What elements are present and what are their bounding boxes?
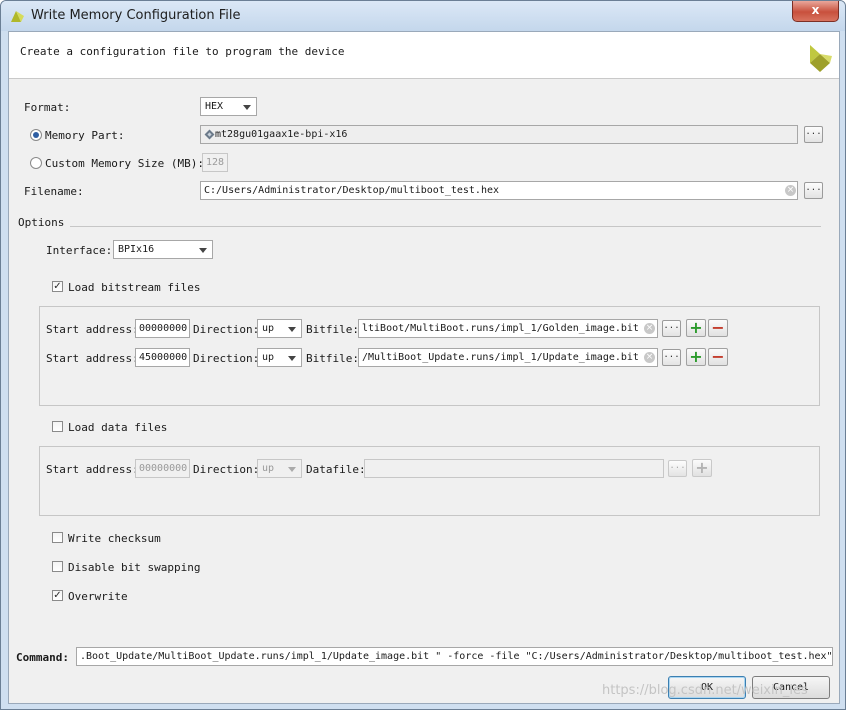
start-address-label: Start address: [46,323,139,336]
write-checksum-checkbox[interactable] [52,532,63,543]
filename-browse-button[interactable]: ... [804,182,823,199]
start-address-label: Start address: [46,352,139,365]
remove-row-button[interactable]: − [708,348,728,366]
filename-value: C:/Users/Administrator/Desktop/multiboot… [204,185,500,196]
memory-chip-icon [204,129,215,140]
options-label: Options [18,216,65,229]
add-data-row-button[interactable]: + [692,459,712,477]
direction-select[interactable]: up [257,319,302,338]
bitfile-label: Bitfile: [306,352,359,365]
window-title: Write Memory Configuration File [31,8,241,23]
disable-bit-swapping-label: Disable bit swapping [68,561,201,574]
options-separator [70,226,821,227]
command-label: Command: [16,651,69,664]
xilinx-logo-icon [810,45,832,72]
add-row-button[interactable]: + [686,319,706,337]
load-data-label: Load data files [68,421,168,434]
filename-input[interactable]: C:/Users/Administrator/Desktop/multiboot… [200,181,798,200]
bitfile-value: /MultiBoot_Update.runs/impl_1/Update_ima… [362,352,639,363]
bitfile-browse-button[interactable]: ... [662,349,681,366]
memory-part-label: Memory Part: [45,129,125,142]
command-field[interactable]: .Boot_Update/MultiBoot_Update.runs/impl_… [76,647,833,666]
close-button[interactable]: x [792,1,839,22]
radio-selected-dot [33,132,39,138]
direction-value: up [262,352,275,363]
data-start-address-value: 00000000 [139,463,188,474]
custom-memory-value: 128 [206,157,225,168]
data-start-address-label: Start address: [46,463,139,476]
chevron-down-icon [288,467,296,472]
format-value: HEX [205,101,224,112]
datafile-input[interactable] [364,459,664,478]
memory-part-field[interactable]: mt28gu01gaax1e-bpi-x16 [200,125,798,144]
custom-memory-radio[interactable] [30,157,42,169]
load-data-checkbox[interactable] [52,421,63,432]
data-start-address-input[interactable]: 00000000 [135,459,190,478]
interface-value: BPIx16 [118,244,155,255]
memory-part-radio[interactable] [30,129,42,141]
title-bar[interactable]: Write Memory Configuration File x [1,1,845,31]
bitfile-label: Bitfile: [306,323,359,336]
datafile-browse-button[interactable]: ... [668,460,687,477]
overwrite-label: Overwrite [68,590,128,603]
direction-label: Direction: [193,323,260,336]
start-address-input[interactable]: 00000000 [135,319,190,338]
filename-label: Filename: [24,185,84,198]
direction-label: Direction: [193,352,260,365]
dialog-client: Create a configuration file to program t… [8,31,840,704]
data-direction-label: Direction: [193,463,260,476]
bitfile-input[interactable]: /MultiBoot_Update.runs/impl_1/Update_ima… [358,348,658,367]
data-direction-value: up [262,463,275,474]
remove-row-button[interactable]: − [708,319,728,337]
load-bitstream-label: Load bitstream files [68,281,201,294]
watermark-text: https://blog.csdn.net/weixin_les [602,683,808,698]
bitfile-input[interactable]: ltiBoot/MultiBoot.runs/impl_1/Golden_ima… [358,319,658,338]
bitfile-value: ltiBoot/MultiBoot.runs/impl_1/Golden_ima… [362,323,639,334]
dialog-header: Create a configuration file to program t… [9,32,839,79]
write-checksum-label: Write checksum [68,532,161,545]
header-description: Create a configuration file to program t… [20,45,345,58]
bitfile-browse-button[interactable]: ... [662,320,681,337]
chevron-down-icon [243,105,251,110]
custom-memory-label: Custom Memory Size (MB): [45,157,204,170]
memory-part-value: mt28gu01gaax1e-bpi-x16 [215,129,348,140]
chevron-down-icon [199,248,207,253]
format-label: Format: [24,101,71,114]
dialog-window: Write Memory Configuration File x Create… [0,0,846,710]
chevron-down-icon [288,356,296,361]
direction-select[interactable]: up [257,348,302,367]
start-address-value: 00000000 [139,323,188,334]
clear-icon[interactable]: × [785,185,796,196]
data-direction-select[interactable]: up [257,459,302,478]
clear-icon[interactable]: × [644,323,655,334]
load-bitstream-checkbox[interactable]: ✓ [52,281,63,292]
add-row-button[interactable]: + [686,348,706,366]
command-value: .Boot_Update/MultiBoot_Update.runs/impl_… [80,651,833,662]
memory-part-browse-button[interactable]: ... [804,126,823,143]
custom-memory-field[interactable]: 128 [202,153,228,172]
direction-value: up [262,323,275,334]
vivado-app-icon [11,11,24,22]
chevron-down-icon [288,327,296,332]
disable-bit-swapping-checkbox[interactable] [52,561,63,572]
clear-icon[interactable]: × [644,352,655,363]
interface-select[interactable]: BPIx16 [113,240,213,259]
overwrite-checkbox[interactable]: ✓ [52,590,63,601]
datafile-label: Datafile: [306,463,366,476]
start-address-value: 45000000 [139,352,188,363]
interface-label: Interface: [46,244,113,257]
data-files-panel [39,446,820,516]
format-select[interactable]: HEX [200,97,257,116]
start-address-input[interactable]: 45000000 [135,348,190,367]
